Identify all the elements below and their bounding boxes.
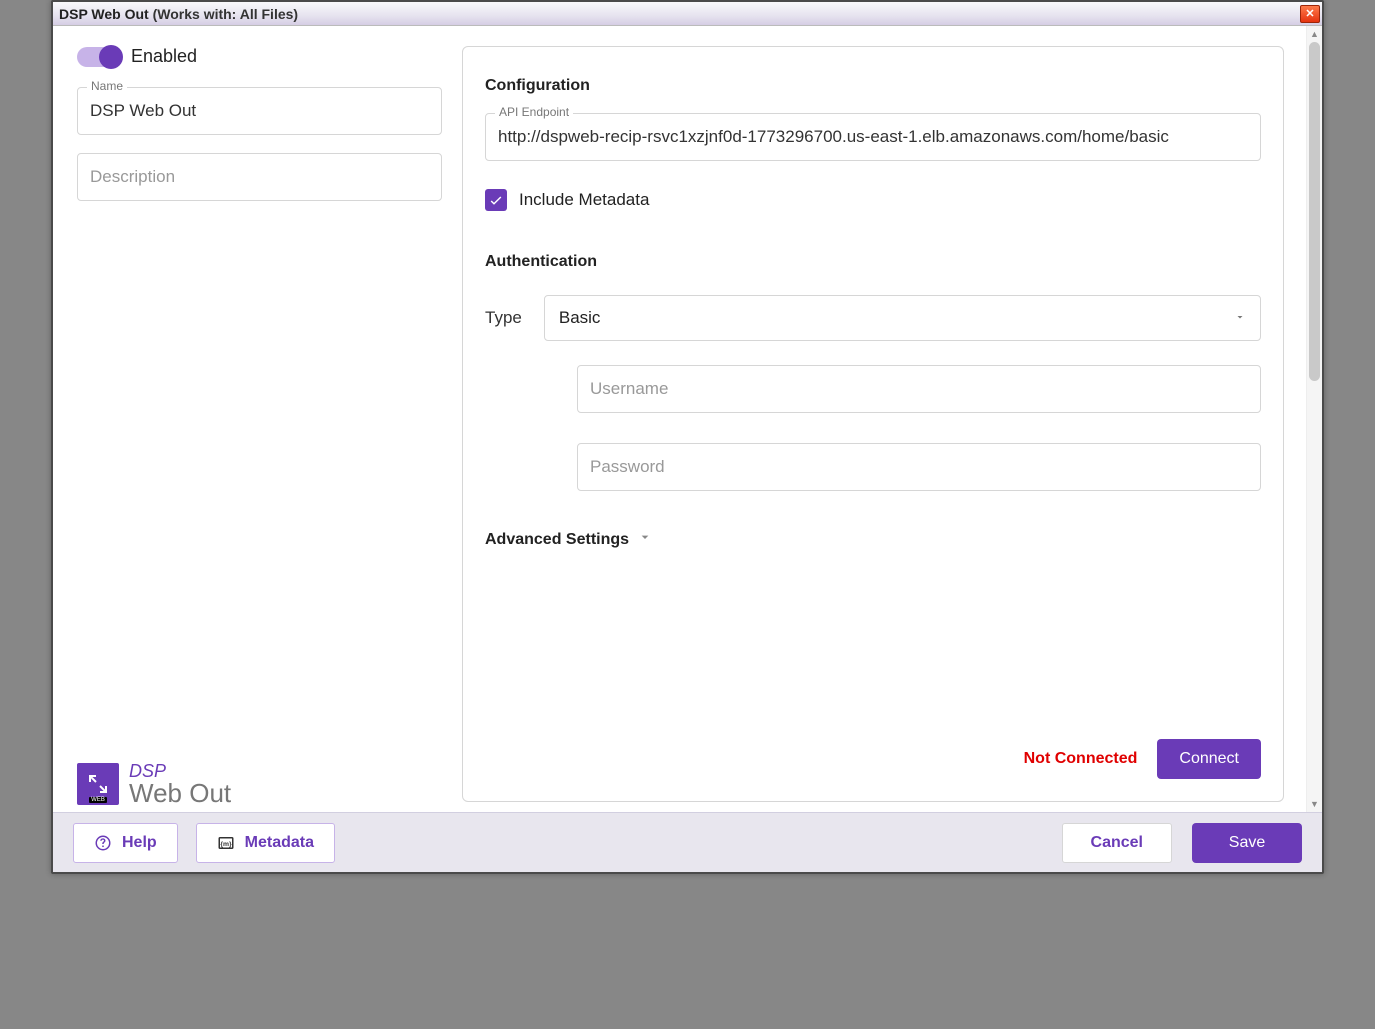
- include-metadata-row: Include Metadata: [485, 189, 1261, 211]
- advanced-settings-label: Advanced Settings: [485, 531, 629, 549]
- scroll-thumb[interactable]: [1309, 42, 1320, 381]
- chevron-down-icon: [1234, 308, 1246, 328]
- title-bar: DSP Web Out (Works with: All Files) ✕: [53, 2, 1322, 26]
- brand-line2: Web Out: [129, 780, 231, 806]
- description-field-wrap: [77, 153, 442, 201]
- vertical-scrollbar[interactable]: ▲ ▼: [1306, 26, 1322, 812]
- connection-status: Not Connected: [1024, 750, 1138, 768]
- name-label: Name: [87, 79, 127, 93]
- enabled-toggle[interactable]: [77, 47, 121, 67]
- config-section-title: Configuration: [485, 77, 1261, 95]
- save-button[interactable]: Save: [1192, 823, 1302, 863]
- username-input[interactable]: [577, 365, 1261, 413]
- chevron-down-icon: [637, 529, 653, 550]
- help-button[interactable]: Help: [73, 823, 178, 863]
- scroll-up-icon: ▲: [1307, 26, 1322, 42]
- dialog-body: Enabled Name Configuration API Endpoint: [53, 26, 1322, 812]
- include-metadata-checkbox[interactable]: [485, 189, 507, 211]
- connect-row: Not Connected Connect: [485, 739, 1261, 779]
- auth-section-title: Authentication: [485, 253, 1261, 271]
- api-endpoint-input[interactable]: [485, 113, 1261, 161]
- footer-right: Cancel Save: [1062, 823, 1302, 863]
- brand-web-badge: WEB: [89, 797, 107, 803]
- metadata-button[interactable]: {m} Metadata: [196, 823, 335, 863]
- svg-text:{m}: {m}: [220, 841, 232, 848]
- api-endpoint-wrap: API Endpoint: [485, 113, 1261, 161]
- description-input[interactable]: [77, 153, 442, 201]
- api-endpoint-label: API Endpoint: [495, 105, 573, 119]
- left-column: Enabled Name: [77, 46, 442, 802]
- auth-type-label: Type: [485, 308, 522, 328]
- brand-icon: WEB: [77, 763, 119, 805]
- toggle-knob: [99, 45, 123, 69]
- dialog-footer: Help {m} Metadata Cancel Save: [53, 812, 1322, 872]
- title-subtext: (Works with: All Files): [149, 6, 298, 22]
- expand-arrows-icon: [83, 772, 113, 796]
- cancel-button[interactable]: Cancel: [1062, 823, 1172, 863]
- right-column: Configuration API Endpoint Include Metad…: [462, 46, 1284, 802]
- help-icon: [94, 834, 112, 852]
- close-icon: ✕: [1305, 7, 1314, 20]
- enabled-toggle-row: Enabled: [77, 46, 442, 67]
- branding: WEB DSP Web Out: [77, 762, 231, 806]
- config-panel: Configuration API Endpoint Include Metad…: [462, 46, 1284, 802]
- metadata-button-label: Metadata: [245, 834, 314, 852]
- name-field-wrap: Name: [77, 87, 442, 135]
- content-area: Enabled Name Configuration API Endpoint: [53, 26, 1306, 812]
- help-button-label: Help: [122, 834, 157, 852]
- name-input[interactable]: [77, 87, 442, 135]
- title-main: DSP Web Out: [59, 6, 149, 22]
- auth-type-select[interactable]: Basic: [544, 295, 1261, 341]
- include-metadata-label: Include Metadata: [519, 190, 649, 210]
- auth-fields: [577, 365, 1261, 491]
- metadata-icon: {m}: [217, 834, 235, 852]
- enabled-label: Enabled: [131, 46, 197, 67]
- advanced-settings-toggle[interactable]: Advanced Settings: [485, 529, 1261, 550]
- auth-type-value: Basic: [559, 308, 601, 328]
- auth-type-row: Type Basic: [485, 295, 1261, 341]
- footer-left: Help {m} Metadata: [73, 823, 335, 863]
- brand-text: DSP Web Out: [129, 762, 231, 806]
- window-title: DSP Web Out (Works with: All Files): [59, 6, 298, 22]
- scroll-down-icon: ▼: [1307, 796, 1322, 812]
- scroll-track: [1307, 42, 1322, 796]
- close-button[interactable]: ✕: [1300, 5, 1320, 23]
- check-icon: [488, 192, 504, 208]
- dialog-window: DSP Web Out (Works with: All Files) ✕ En…: [51, 0, 1324, 874]
- password-input[interactable]: [577, 443, 1261, 491]
- connect-button[interactable]: Connect: [1157, 739, 1261, 779]
